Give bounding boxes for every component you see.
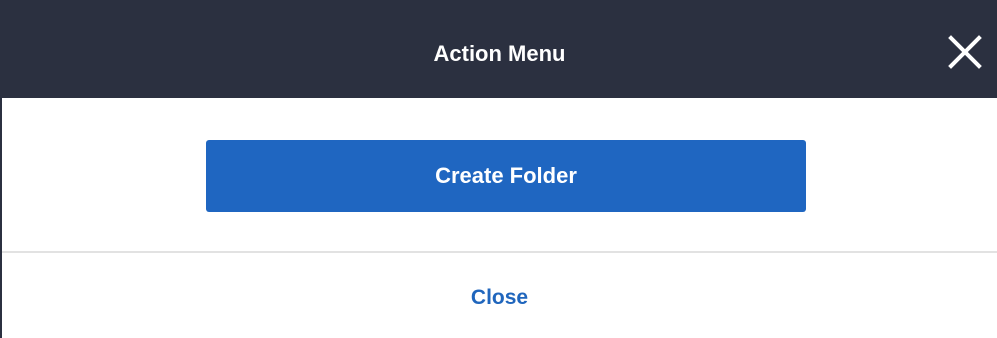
dialog-actions: Create Folder [2, 98, 997, 251]
create-folder-button[interactable]: Create Folder [206, 140, 806, 212]
close-link[interactable]: Close [2, 253, 997, 338]
close-icon[interactable] [947, 34, 983, 70]
dialog-header: Action Menu [2, 0, 997, 98]
action-menu-dialog: Action Menu Create Folder Close [0, 0, 997, 338]
dialog-title: Action Menu [433, 41, 566, 66]
